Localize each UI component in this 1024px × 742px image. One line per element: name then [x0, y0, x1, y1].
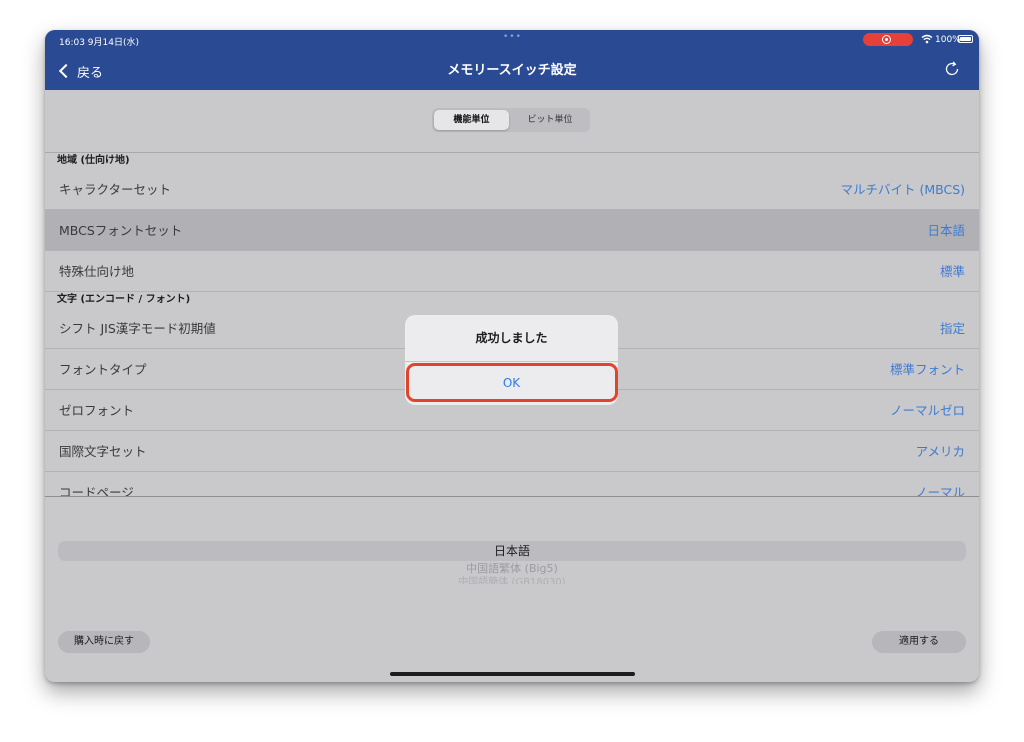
picker-panel: 日本語 中国語繁体 (Big5) 中国語簡体 (GB18030) 購入時に戻す …	[45, 496, 979, 682]
battery-icon	[958, 35, 973, 43]
apply-button[interactable]: 適用する	[872, 631, 966, 653]
status-time: 16:03 9月14日(水)	[59, 38, 139, 48]
alert-title: 成功しました	[475, 331, 548, 345]
navigation-bar: 16:03 9月14日(水) ••• 100% 戻る メモリースイッチ設定	[45, 30, 979, 90]
row-label: キャラクターセット	[59, 182, 172, 197]
setting-row-code-page[interactable]: コードページ ノーマル	[45, 472, 979, 496]
home-indicator[interactable]	[390, 672, 635, 676]
setting-row-mbcs-font-set[interactable]: MBCSフォントセット 日本語	[45, 210, 979, 251]
screen-record-icon[interactable]	[863, 33, 913, 46]
ok-button-highlight-annotation	[406, 363, 618, 402]
setting-row-special-destination[interactable]: 特殊仕向け地 標準	[45, 251, 979, 292]
setting-row-international-charset[interactable]: 国際文字セット アメリカ	[45, 431, 979, 472]
segment-function-unit[interactable]: 機能単位	[434, 110, 509, 130]
section-header-region: 地域 (仕向け地)	[45, 153, 979, 169]
row-value: マルチバイト (MBCS)	[840, 182, 965, 197]
wifi-icon	[921, 34, 933, 44]
row-value: 標準	[939, 264, 965, 279]
row-value: 標準フォント	[889, 362, 965, 377]
page-title: メモリースイッチ設定	[447, 63, 577, 78]
mode-segmented-control: 機能単位 ビット単位	[432, 108, 590, 132]
segment-bit-unit[interactable]: ビット単位	[512, 110, 588, 130]
row-label: フォントタイプ	[59, 362, 147, 377]
row-label: ゼロフォント	[59, 403, 135, 418]
row-value: アメリカ	[915, 444, 965, 459]
setting-row-character-set[interactable]: キャラクターセット マルチバイト (MBCS)	[45, 169, 979, 210]
battery-percent: 100%	[935, 35, 961, 45]
picker-option-selected[interactable]: 日本語	[45, 542, 979, 560]
mode-selector-area: 機能単位 ビット単位	[45, 90, 979, 153]
picker-option[interactable]: 中国語簡体 (GB18030)	[45, 576, 979, 584]
row-value: 指定	[939, 321, 965, 336]
multitasking-dots[interactable]: •••	[503, 32, 522, 42]
row-value: ノーマル	[914, 485, 965, 496]
row-value: ノーマルゼロ	[889, 403, 965, 418]
row-label: MBCSフォントセット	[59, 223, 183, 238]
row-value: 日本語	[927, 223, 965, 238]
refresh-icon[interactable]	[943, 60, 961, 78]
row-label: 特殊仕向け地	[59, 264, 135, 279]
section-header-text: 文字 (エンコード / フォント)	[45, 292, 979, 308]
reset-to-default-button[interactable]: 購入時に戻す	[58, 631, 150, 653]
picker-option[interactable]: 中国語繁体 (Big5)	[45, 561, 979, 577]
row-label: 国際文字セット	[59, 444, 147, 459]
row-label: コードページ	[59, 485, 134, 496]
ipad-screen: 16:03 9月14日(水) ••• 100% 戻る メモリースイッチ設定 機能…	[45, 30, 979, 682]
status-bar: 16:03 9月14日(水) ••• 100%	[45, 30, 979, 50]
row-label: シフト JIS漢字モード初期値	[59, 321, 216, 336]
